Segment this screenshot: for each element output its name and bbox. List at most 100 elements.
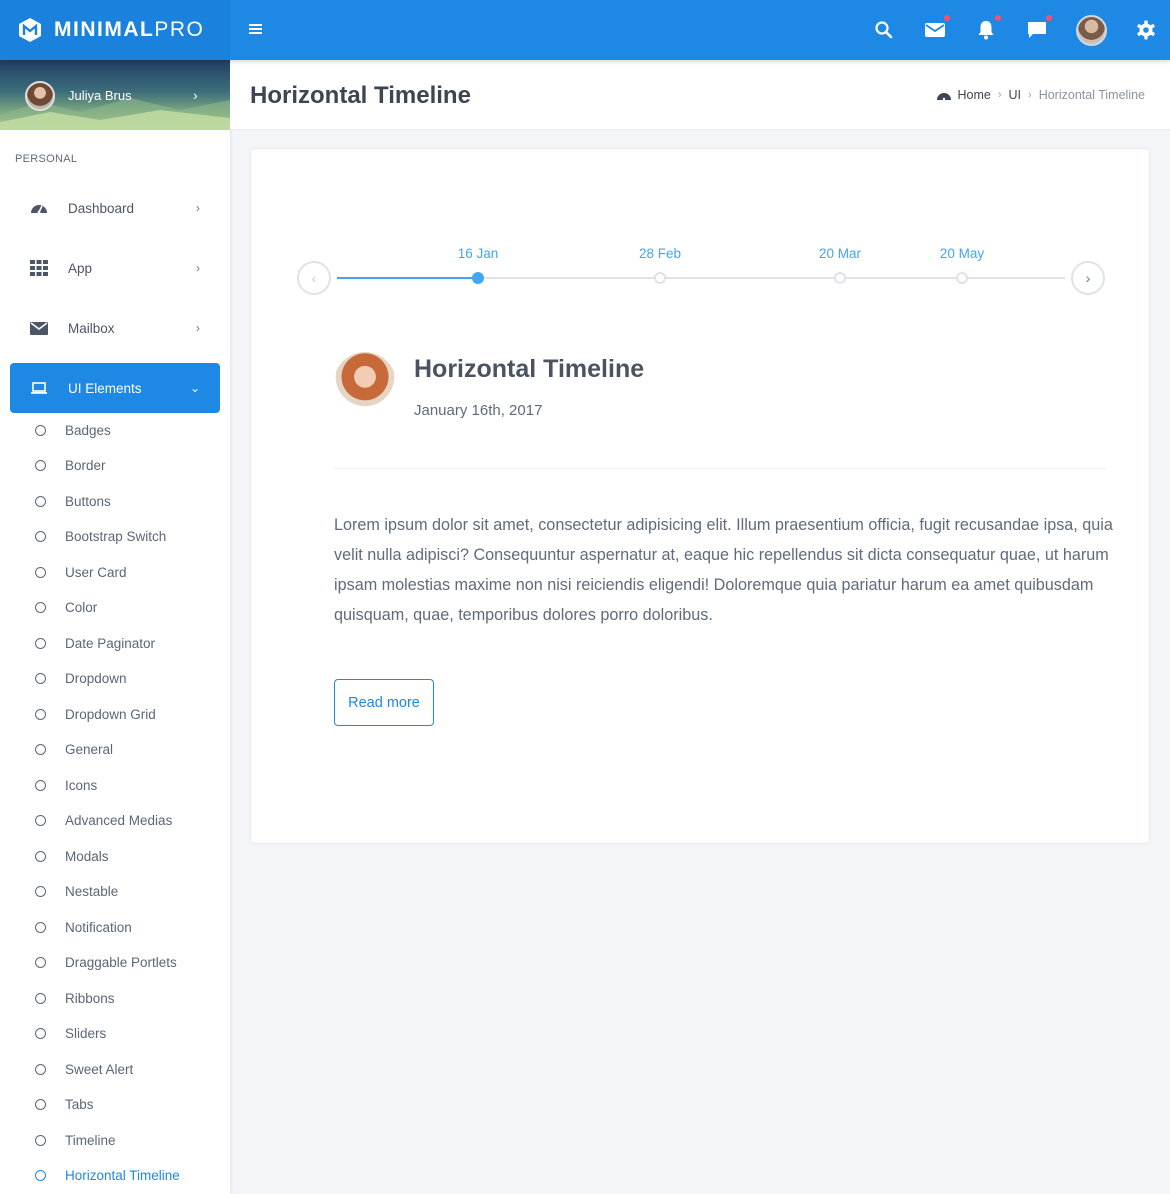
mail-icon[interactable]	[923, 15, 950, 42]
sidebar-subitem[interactable]: Modals	[35, 846, 109, 866]
sidebar-subitem-label: Dropdown Grid	[65, 706, 156, 722]
logo[interactable]: MINIMALPRO	[0, 0, 230, 60]
read-more-button[interactable]: Read more	[334, 679, 434, 726]
sidebar-subitem[interactable]: Sliders	[35, 1024, 106, 1044]
sidebar-item-label: Dashboard	[68, 200, 135, 216]
timeline-date-label[interactable]: 16 Jan	[458, 246, 499, 261]
user-avatar[interactable]	[1076, 15, 1107, 46]
top-navbar: MINIMALPRO	[0, 0, 1170, 60]
circle-icon	[35, 744, 46, 755]
section-label: PERSONAL	[15, 153, 78, 165]
sidebar-subitem[interactable]: Buttons	[35, 491, 111, 511]
timeline-next-button[interactable]: ›	[1071, 261, 1105, 295]
circle-icon	[35, 992, 46, 1004]
circle-icon	[35, 708, 46, 720]
sidebar-subitem[interactable]: Date Paginator	[35, 633, 155, 653]
sidebar-subitem[interactable]: Advanced Medias	[35, 811, 172, 831]
sidebar-subitem[interactable]: Ribbons	[35, 988, 115, 1008]
circle-icon	[35, 566, 46, 578]
timeline-date-label[interactable]: 20 May	[940, 246, 984, 261]
sidebar-subitem-label: Notification	[65, 919, 132, 935]
breadcrumb-ui[interactable]: UI	[1009, 88, 1022, 102]
sidebar-subitem[interactable]: User Card	[35, 562, 127, 582]
sidebar-subitem-label: Sliders	[65, 1026, 107, 1041]
dashboard-icon	[30, 199, 48, 217]
timeline-date-label[interactable]: 28 Feb	[639, 246, 681, 261]
sidebar-subitem-label: Dropdown	[65, 671, 127, 686]
bell-icon[interactable]	[974, 15, 1001, 42]
timeline-node-selected[interactable]	[472, 272, 484, 284]
logo-icon	[19, 18, 41, 42]
chat-icon[interactable]	[1025, 15, 1052, 42]
sidebar-subitem[interactable]: Notification	[35, 917, 132, 937]
circle-icon	[35, 1170, 46, 1181]
content-header: Horizontal Timeline Home › UI › Horizont…	[230, 60, 1170, 130]
circle-icon	[35, 424, 46, 436]
timeline-node[interactable]	[834, 272, 846, 284]
sidebar-item-dashboard[interactable]: Dashboard ›	[10, 183, 220, 233]
sidebar-subitem[interactable]: Border	[35, 456, 106, 476]
circle-icon	[35, 602, 46, 613]
circle-icon	[35, 1028, 46, 1039]
timeline-node[interactable]	[654, 272, 666, 284]
sidebar-subitem[interactable]: Bootstrap Switch	[35, 527, 166, 547]
circle-icon	[35, 673, 46, 684]
timeline-prev-button[interactable]: ‹	[297, 261, 331, 295]
sidebar-subitem[interactable]: Tabs	[35, 1095, 94, 1115]
dashboard-icon	[936, 93, 951, 101]
circle-icon	[35, 815, 46, 826]
sidebar-subitem[interactable]: Badges	[35, 420, 111, 440]
sidebar-subitem[interactable]: Draggable Portlets	[35, 953, 177, 973]
search-icon[interactable]	[872, 18, 896, 42]
notification-dot	[1046, 15, 1052, 21]
timeline-node[interactable]	[956, 272, 968, 284]
circle-icon	[35, 1063, 46, 1075]
sidebar-subitem-label: Bootstrap Switch	[65, 529, 167, 544]
timeline-card: ‹ 16 Jan 28 Feb 20 Mar 20 May › Horizont…	[250, 148, 1150, 844]
sidebar: Juliya Brus › PERSONAL Dashboard › App ›…	[0, 60, 230, 1194]
sidebar-item-label: Mailbox	[68, 320, 115, 336]
sidebar-subitem-label: Ribbons	[65, 990, 115, 1006]
chevron-right-icon: ›	[196, 321, 200, 335]
sidebar-item-ui-elements[interactable]: UI Elements ⌄	[10, 363, 220, 413]
sidebar-item-mailbox[interactable]: Mailbox ›	[10, 303, 220, 353]
sidebar-subitem-label: Draggable Portlets	[65, 955, 177, 970]
sidebar-subitem[interactable]: Dropdown Grid	[35, 704, 156, 724]
chevron-right-icon: ›	[196, 201, 200, 215]
circle-icon	[35, 460, 46, 471]
event-title: Horizontal Timeline	[414, 355, 645, 383]
sidebar-subitem[interactable]: Dropdown	[35, 669, 127, 689]
sidebar-item-label: App	[68, 260, 93, 276]
event-body: Lorem ipsum dolor sit amet, consectetur …	[334, 516, 1113, 624]
menu-icon[interactable]	[249, 24, 262, 36]
laptop-icon	[30, 379, 48, 397]
sidebar-subitem[interactable]: General	[35, 740, 113, 760]
sidebar-subitem[interactable]: Nestable	[35, 882, 118, 902]
event-date: January 16th, 2017	[414, 402, 543, 419]
circle-icon	[35, 637, 46, 649]
gear-icon[interactable]	[1134, 18, 1158, 42]
user-panel[interactable]: Juliya Brus ›	[0, 60, 230, 130]
chevron-right-icon: ›	[1028, 89, 1032, 101]
sidebar-subitem[interactable]: Icons	[35, 775, 97, 795]
timeline-progress	[337, 277, 478, 279]
circle-icon	[35, 495, 46, 507]
circle-icon	[35, 886, 46, 897]
sidebar-item-app[interactable]: App ›	[10, 243, 220, 293]
sidebar-subitem[interactable]: Horizontal Timeline	[35, 1166, 180, 1186]
sidebar-subitem-label: Nestable	[65, 884, 119, 899]
breadcrumb: Home › UI › Horizontal Timeline	[936, 88, 1145, 102]
sidebar-item-label: UI Elements	[68, 380, 142, 396]
page-title: Horizontal Timeline	[250, 82, 471, 109]
sidebar-subitem-label: Advanced Medias	[65, 813, 173, 828]
sidebar-subitem[interactable]: Timeline	[35, 1130, 116, 1150]
timeline-date-label[interactable]: 20 Mar	[819, 246, 861, 261]
breadcrumb-home[interactable]: Home	[958, 88, 991, 102]
sidebar-subitem-label: Buttons	[65, 493, 111, 509]
circle-icon	[35, 1134, 46, 1146]
sidebar-subitem[interactable]: Color	[35, 598, 97, 618]
sidebar-subitem[interactable]: Sweet Alert	[35, 1059, 133, 1079]
breadcrumb-current: Horizontal Timeline	[1038, 88, 1145, 102]
chevron-right-icon: ›	[997, 89, 1002, 101]
chevron-right-icon[interactable]: ›	[193, 87, 198, 103]
